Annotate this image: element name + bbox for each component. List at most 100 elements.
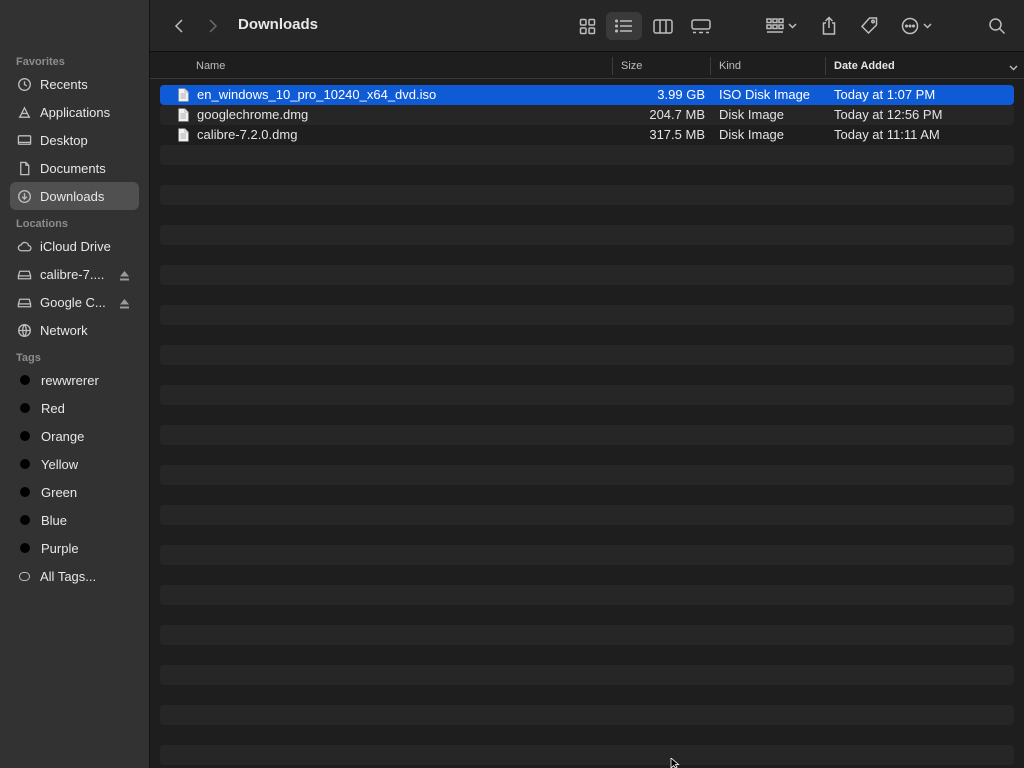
- sidebar-item-google-chrome-volume[interactable]: Google C...: [10, 288, 139, 316]
- desktop-icon: [16, 132, 32, 148]
- sidebar-item-label: Network: [40, 322, 88, 338]
- file-kind: Disk Image: [719, 107, 785, 122]
- empty-row: [160, 605, 1014, 625]
- group-by-button[interactable]: [760, 12, 804, 40]
- forward-button[interactable]: [202, 12, 224, 40]
- sidebar-tag-orange[interactable]: Orange: [10, 422, 139, 450]
- icon-view-button[interactable]: [570, 12, 604, 40]
- file-name: calibre-7.2.0.dmg: [197, 127, 298, 142]
- sidebar-tag-red[interactable]: Red: [10, 394, 139, 422]
- list-view-button[interactable]: [606, 12, 642, 40]
- sidebar-all-tags[interactable]: All Tags...: [10, 562, 139, 590]
- sidebar-item-label: calibre-7....: [40, 266, 105, 282]
- sidebar-item-recents[interactable]: Recents: [10, 70, 139, 98]
- tag-dot-icon: [20, 431, 30, 441]
- more-actions-button[interactable]: [898, 12, 938, 40]
- empty-row: [160, 185, 1014, 205]
- list-icon: [615, 19, 632, 33]
- empty-row: [160, 225, 1014, 245]
- empty-row: [160, 345, 1014, 365]
- share-icon: [822, 16, 836, 35]
- toolbar: Downloads: [150, 0, 1024, 52]
- sidebar-item-downloads[interactable]: Downloads: [10, 182, 139, 210]
- column-date-added-label: Date Added: [834, 60, 895, 72]
- column-kind[interactable]: Kind: [711, 53, 825, 79]
- file-date-added: Today at 11:11 AM: [834, 127, 940, 142]
- sidebar-item-label: Downloads: [40, 188, 105, 204]
- sidebar-item-label: Red: [41, 400, 65, 416]
- empty-row: [160, 745, 1014, 765]
- drive-icon: [16, 294, 32, 310]
- gallery-view-button[interactable]: [684, 12, 718, 40]
- empty-row: [160, 305, 1014, 325]
- tag-dot-icon: [20, 515, 30, 525]
- empty-row: [160, 405, 1014, 425]
- sidebar-tag-green[interactable]: Green: [10, 478, 139, 506]
- column-name[interactable]: Name: [188, 53, 612, 79]
- sidebar-item-network[interactable]: Network: [10, 316, 139, 344]
- share-button[interactable]: [816, 12, 842, 40]
- gallery-icon: [691, 18, 711, 33]
- file-size: 204.7 MB: [649, 107, 705, 122]
- empty-row: [160, 565, 1014, 585]
- file-icon: [178, 88, 189, 102]
- file-row[interactable]: calibre-7.2.0.dmg 317.5 MB Disk Image Today…: [160, 125, 1014, 145]
- empty-row: [160, 165, 1014, 185]
- empty-row: [160, 725, 1014, 745]
- tag-dot-icon: [20, 375, 30, 385]
- tag-icon: [860, 17, 878, 35]
- eject-icon[interactable]: [120, 297, 129, 309]
- sidebar-item-desktop[interactable]: Desktop: [10, 126, 139, 154]
- sidebar-item-label: Purple: [41, 540, 79, 556]
- drive-icon: [16, 266, 32, 282]
- empty-row: [160, 545, 1014, 565]
- sidebar-item-label: Applications: [40, 104, 111, 120]
- tag-dot-icon: [20, 403, 30, 413]
- group-grid-icon: [766, 18, 797, 33]
- column-size[interactable]: Size: [613, 53, 709, 79]
- chevron-down-icon[interactable]: [1009, 62, 1018, 74]
- file-name: googlechrome.dmg: [197, 107, 309, 122]
- columns-icon: [653, 18, 673, 34]
- sidebar-item-label: Recents: [40, 76, 88, 92]
- document-icon: [16, 160, 32, 176]
- tags-button[interactable]: [856, 12, 882, 40]
- sidebar-item-documents[interactable]: Documents: [10, 154, 139, 182]
- window-title: Downloads: [238, 16, 319, 33]
- sidebar-item-label: Green: [41, 484, 78, 500]
- sidebar-item-label: Google C...: [40, 294, 106, 310]
- empty-row: [160, 145, 1014, 165]
- sidebar-tag-rewwrerer[interactable]: rewwrerer: [10, 366, 139, 394]
- sidebar-section-locations: Locations: [16, 218, 68, 230]
- file-date-added: Today at 12:56 PM: [834, 107, 943, 122]
- grid-icon: [579, 18, 595, 34]
- sidebar-item-label: Desktop: [40, 132, 88, 148]
- sidebar-item-icloud-drive[interactable]: iCloud Drive: [10, 232, 139, 260]
- sidebar-tag-yellow[interactable]: Yellow: [10, 450, 139, 478]
- sidebar-item-applications[interactable]: Applications: [10, 98, 139, 126]
- sidebar-item-label: Orange: [41, 428, 85, 444]
- back-button[interactable]: [168, 12, 190, 40]
- file-row[interactable]: en_windows_10_pro_10240_x64_dvd.iso 3.99 …: [160, 85, 1014, 105]
- empty-row: [160, 205, 1014, 225]
- column-view-button[interactable]: [646, 12, 680, 40]
- file-kind: Disk Image: [719, 127, 785, 142]
- sidebar-tag-blue[interactable]: Blue: [10, 506, 139, 534]
- sidebar-item-calibre-volume[interactable]: calibre-7....: [10, 260, 139, 288]
- tag-dot-icon: [20, 543, 30, 553]
- empty-row: [160, 685, 1014, 705]
- file-kind: ISO Disk Image: [719, 87, 811, 102]
- all-tags-icon: [19, 571, 30, 581]
- column-date-added[interactable]: Date Added: [826, 53, 1016, 79]
- empty-row: [160, 625, 1014, 645]
- chevron-left-icon: [174, 19, 183, 33]
- file-row[interactable]: googlechrome.dmg 204.7 MB Disk Image Today …: [160, 105, 1014, 125]
- empty-row: [160, 585, 1014, 605]
- sidebar-tag-purple[interactable]: Purple: [10, 534, 139, 562]
- empty-row: [160, 505, 1014, 525]
- eject-icon[interactable]: [120, 269, 129, 281]
- search-button[interactable]: [984, 12, 1010, 40]
- empty-row: [160, 245, 1014, 265]
- empty-row: [160, 525, 1014, 545]
- globe-icon: [16, 322, 32, 338]
